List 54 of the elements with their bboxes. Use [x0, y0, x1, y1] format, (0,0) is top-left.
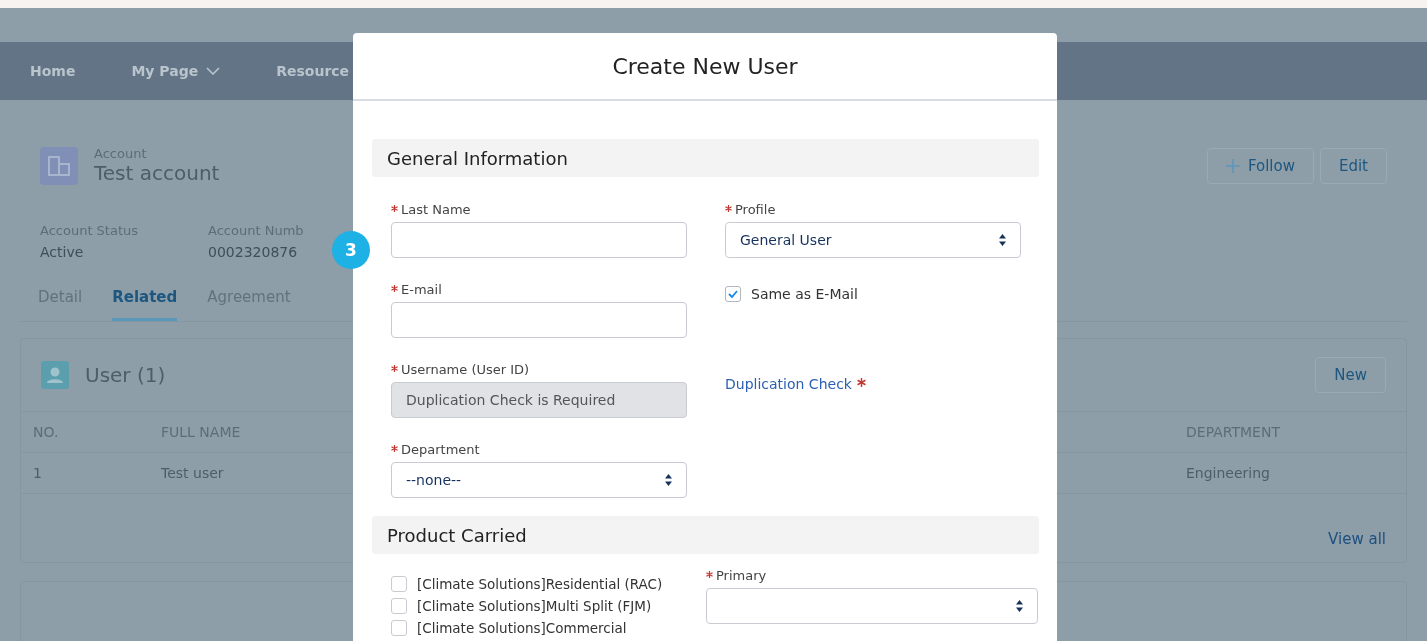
nav-item[interactable]: Home — [30, 63, 76, 79]
table-cell-text: 1 — [33, 465, 43, 481]
table-cell-text: Engineering — [1186, 465, 1271, 481]
input-field[interactable] — [391, 302, 687, 338]
building-icon — [40, 146, 78, 185]
input-field: Duplication Check is Required — [391, 382, 687, 418]
required-asterisk-icon — [391, 445, 398, 452]
new-button[interactable]: New — [1315, 357, 1386, 393]
checkbox-label: Same as E-Mail — [751, 286, 858, 302]
nav-item[interactable]: Resource — [276, 63, 350, 79]
section-title: Product Carried — [387, 524, 527, 546]
checkbox[interactable] — [391, 598, 407, 614]
follow-button[interactable]: Follow — [1206, 147, 1314, 184]
modal-title: Create New User — [612, 53, 798, 79]
record-title: Test account — [94, 161, 220, 185]
checkbox[interactable] — [725, 286, 741, 302]
section-title: General Information — [387, 147, 568, 169]
select-field[interactable] — [706, 588, 1038, 624]
field-label: Username (User ID) — [391, 362, 687, 377]
tab[interactable]: Related — [112, 288, 178, 321]
duplication-check-link[interactable]: Duplication Check — [725, 376, 852, 392]
field-value: 0002320876 — [208, 244, 299, 260]
nav-item[interactable]: My Page — [131, 63, 221, 79]
spinner-arrows-icon — [999, 234, 1006, 246]
required-asterisk-icon — [391, 285, 398, 292]
field-label: Last Name — [391, 202, 687, 217]
card-title: User (1) — [85, 363, 166, 387]
field-label: Department — [391, 442, 687, 457]
edit-button[interactable]: Edit — [1319, 147, 1387, 184]
step-badge: 3 — [332, 231, 370, 269]
input-field[interactable] — [391, 222, 687, 258]
plus-icon — [1225, 158, 1240, 173]
checkbox-label: [Climate Solutions]Residential (RAC) — [417, 576, 663, 592]
field-label: Primary — [706, 568, 1039, 583]
person-icon — [41, 361, 69, 389]
required-asterisk-icon — [391, 365, 398, 372]
field-label: Profile — [725, 202, 1021, 217]
checkbox-label: [Climate Solutions]Multi Split (FJM) — [417, 598, 652, 614]
required-asterisk-icon — [391, 205, 398, 212]
select-field[interactable]: General User — [725, 222, 1021, 258]
required-asterisk-icon — [725, 205, 732, 212]
spinner-arrows-icon — [665, 474, 672, 486]
checkbox[interactable] — [391, 576, 407, 592]
view-all-link[interactable]: View all — [1328, 530, 1386, 548]
required-asterisk-icon — [706, 571, 713, 578]
spinner-arrows-icon — [1016, 600, 1023, 612]
table-cell-text: Test user — [161, 465, 225, 481]
checkmark-icon — [728, 290, 738, 298]
chevron-down-icon — [206, 67, 221, 75]
select-field[interactable]: --none-- — [391, 462, 687, 498]
field-value: Active — [40, 244, 85, 260]
checkbox[interactable] — [391, 620, 407, 636]
field-label: E-mail — [391, 282, 687, 297]
checkbox-label: [Climate Solutions]Commercial — [417, 620, 627, 636]
